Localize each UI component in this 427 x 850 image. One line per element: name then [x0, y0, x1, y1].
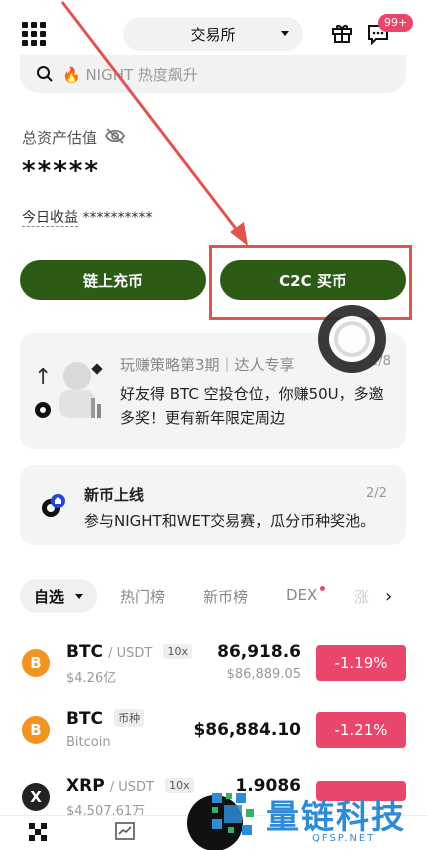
- row-symbol: BTC: [66, 709, 104, 729]
- exchange-label: 交易所: [190, 25, 236, 44]
- gift-icon[interactable]: [331, 22, 353, 44]
- btc-coin-icon: B: [22, 716, 50, 744]
- new-listing-pagination: 2/2: [366, 486, 387, 501]
- row-price: 86,918.6: [217, 642, 301, 662]
- annotation-highlight-box: [209, 245, 412, 320]
- tab-favorites[interactable]: 自选: [20, 579, 97, 613]
- market-row-symbol[interactable]: XRP / USDT 10x: [66, 776, 194, 796]
- tab-new-coins[interactable]: 新币榜: [203, 586, 248, 607]
- total-assets-label: 总资产估值: [22, 129, 98, 147]
- arrow-up-icon: ↑: [34, 365, 53, 390]
- chevron-down-icon: [75, 594, 83, 599]
- onchain-deposit-button[interactable]: 链上充币: [20, 260, 206, 300]
- row-volume: $4.26亿: [66, 671, 117, 686]
- row-name: Bitcoin: [66, 735, 111, 750]
- notification-badge: 99+: [378, 14, 414, 32]
- leverage-tag: 10x: [163, 644, 192, 659]
- search-bar[interactable]: 🔥 NIGHT 热度飙升: [20, 55, 406, 93]
- watermark-url: QFSP.NET: [312, 833, 376, 844]
- leverage-tag: 10x: [165, 778, 194, 793]
- watermark-text: 量链科技: [266, 797, 406, 836]
- tab-dex-dot: [320, 586, 325, 591]
- banner-title: 玩赚策略第3期｜达人专享: [120, 356, 295, 374]
- row-pair: / USDT: [108, 646, 153, 661]
- watermark-logo: [212, 793, 254, 835]
- tab-favorites-label: 自选: [34, 587, 65, 606]
- new-coin-icon: [42, 494, 65, 517]
- row-price: $86,884.10: [193, 720, 301, 740]
- row-change[interactable]: -1.21%: [316, 712, 406, 748]
- row-symbol: BTC: [66, 642, 104, 662]
- search-placeholder: 🔥 NIGHT 热度飙升: [62, 65, 198, 84]
- eye-hidden-icon[interactable]: [104, 127, 126, 145]
- row-pair: / USDT: [109, 780, 154, 795]
- today-pnl-label: 今日收益: [22, 210, 78, 227]
- row-price-usd: $86,889.05: [226, 667, 301, 682]
- xrp-coin-icon: X: [22, 783, 50, 811]
- chevron-right-icon[interactable]: ›: [385, 586, 392, 607]
- new-listing-title: 新币上线: [84, 486, 145, 504]
- exchange-selector[interactable]: 交易所: [123, 17, 303, 51]
- chevron-down-icon: [281, 31, 289, 36]
- market-row-symbol[interactable]: BTC / USDT 10x: [66, 642, 192, 662]
- today-pnl[interactable]: 今日收益 **********: [22, 207, 152, 227]
- home-logo-icon[interactable]: [28, 822, 48, 842]
- row-symbol: XRP: [66, 776, 105, 796]
- tab-gainers[interactable]: 涨: [354, 586, 369, 607]
- banner-body: 好友得 BTC 空投仓位，你赚50U，多邀多奖！更有新年限定周边: [120, 385, 384, 427]
- screen-record-button[interactable]: [318, 305, 386, 373]
- btc-coin-icon: B: [22, 649, 50, 677]
- new-listing-banner[interactable]: [20, 465, 406, 545]
- coin-dot-icon: [35, 402, 51, 418]
- tab-dex[interactable]: DEX: [286, 586, 317, 604]
- new-listing-body: 参与NIGHT和WET交易赛，瓜分币种奖池。: [84, 512, 376, 530]
- today-pnl-value: **********: [82, 210, 153, 226]
- spot-tag: 币种: [114, 709, 145, 727]
- market-row-symbol[interactable]: BTC 币种: [66, 709, 145, 729]
- row-change[interactable]: -1.19%: [316, 645, 406, 681]
- tab-hot[interactable]: 热门榜: [120, 586, 165, 607]
- market-chart-icon[interactable]: [115, 822, 135, 840]
- total-assets-value: *****: [22, 156, 100, 186]
- apps-grid-icon[interactable]: [22, 22, 46, 46]
- search-icon: [37, 66, 53, 82]
